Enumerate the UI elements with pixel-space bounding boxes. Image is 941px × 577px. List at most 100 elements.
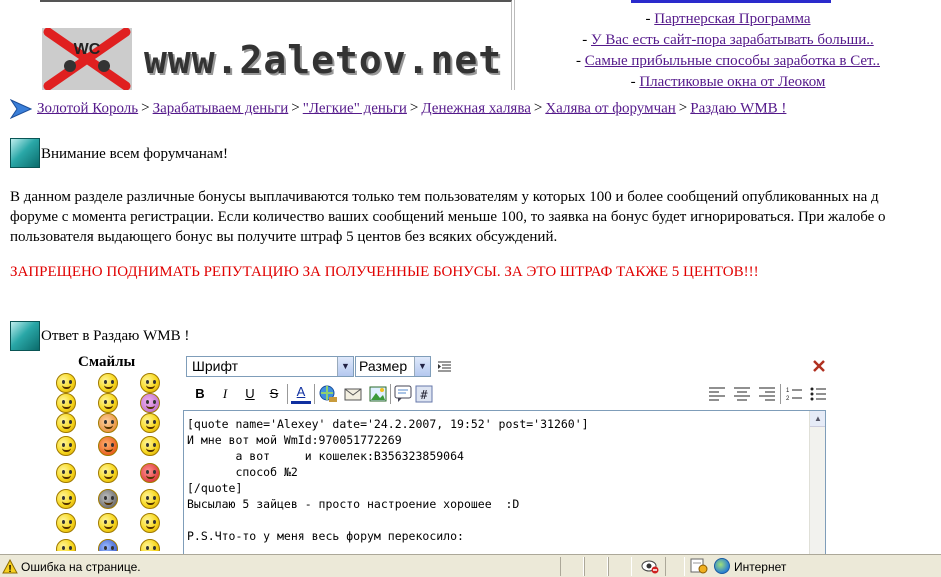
earn-more-link[interactable]: У Вас есть сайт-пора зарабатывать больши… [591, 32, 874, 48]
svg-text:1: 1 [786, 388, 790, 394]
smiley-icon[interactable] [56, 436, 76, 456]
message-text: [quote name='Alexey' date='24.2.2007, 19… [187, 417, 589, 543]
partner-link-row: - Самые прибыльные способы заработка в С… [515, 51, 941, 72]
breadcrumb-item[interactable]: "Легкие" деньги [303, 100, 407, 116]
smilies-title: Смайлы [78, 354, 136, 370]
breadcrumb: Золотой Король > Зарабатываем деньги > "Легк… [10, 99, 786, 119]
status-pane [560, 557, 584, 576]
status-pane [584, 557, 608, 576]
warning-icon[interactable]: ! [2, 559, 18, 574]
smiley-icon[interactable] [140, 436, 160, 456]
quote-icon[interactable] [393, 384, 413, 404]
align-center-icon[interactable] [732, 384, 752, 404]
security-zone: Интернет [734, 560, 787, 574]
internet-globe-icon [714, 558, 730, 574]
toolbar-separator [780, 384, 781, 404]
partner-link-row: - Партнерская Программа [515, 9, 941, 30]
smiley-icon[interactable] [140, 413, 160, 433]
smiley-icon[interactable] [98, 413, 118, 433]
smiley-icon[interactable] [98, 393, 118, 413]
smiley-icon[interactable] [140, 539, 160, 551]
message-textarea[interactable]: [quote name='Alexey' date='24.2.2007, 19… [183, 410, 826, 560]
insert-image-icon[interactable] [368, 384, 388, 404]
smilies-panel [50, 371, 180, 551]
smiley-icon[interactable] [98, 539, 118, 551]
italic-button[interactable]: I [215, 384, 235, 404]
reputation-warning: ЗАПРЕЩЕНО ПОДНИМАТЬ РЕПУТАЦИЮ ЗА ПОЛУЧЕН… [10, 264, 759, 280]
smiley-icon[interactable] [56, 393, 76, 413]
breadcrumb-item[interactable]: Золотой Король [37, 100, 138, 116]
reply-bullet-icon [10, 321, 40, 351]
breadcrumb-item[interactable]: Халява от форумчан [545, 100, 675, 116]
smiley-icon[interactable] [56, 513, 76, 533]
notice-bullet-icon [10, 138, 40, 168]
size-select[interactable]: Размер ▼ [355, 356, 431, 377]
email-icon[interactable] [343, 384, 363, 404]
link-dash: - [645, 11, 655, 27]
size-select-value: Размер [359, 358, 408, 374]
svg-text:2: 2 [786, 396, 790, 402]
smiley-icon[interactable] [140, 463, 160, 483]
popup-blocked-icon[interactable] [690, 558, 708, 574]
underline-button[interactable]: U [240, 384, 260, 404]
smiley-icon[interactable] [98, 513, 118, 533]
chevron-down-icon[interactable]: ▼ [414, 357, 430, 376]
status-pane [608, 557, 632, 576]
link-dash: - [630, 74, 640, 90]
toolbar-separator [287, 384, 288, 404]
status-pane [665, 557, 685, 576]
smiley-icon[interactable] [98, 373, 118, 393]
smiley-icon[interactable] [140, 373, 160, 393]
notice-body: В данном разделе различные бонусы выплач… [10, 187, 941, 247]
align-right-icon[interactable] [757, 384, 777, 404]
toolbar-separator [390, 384, 391, 404]
toolbar-separator [314, 384, 315, 404]
bullet-list-icon[interactable] [808, 384, 828, 404]
font-select[interactable]: Шрифт ▼ [186, 356, 354, 377]
scroll-up-icon[interactable]: ▲ [810, 411, 825, 427]
smiley-icon[interactable] [140, 393, 160, 413]
site-header: WC www.2aletov.net - Партнерская Програм… [40, 0, 941, 90]
close-editor-icon[interactable] [813, 360, 825, 372]
breadcrumb-item[interactable]: Денежная халява [421, 100, 530, 116]
code-icon[interactable]: # [414, 384, 434, 404]
smiley-icon[interactable] [98, 489, 118, 509]
smiley-icon[interactable] [56, 539, 76, 551]
smiley-icon[interactable] [56, 413, 76, 433]
windows-ad-link[interactable]: Пластиковые окна от Леоком [639, 74, 825, 90]
svg-text:!: ! [8, 564, 11, 574]
chevron-down-icon[interactable]: ▼ [337, 357, 353, 376]
breadcrumb-item[interactable]: Зарабатываем деньги [153, 100, 289, 116]
notice-body-line: В данном разделе различные бонусы выплач… [10, 189, 879, 205]
notice-body-line: пользователя выдающего бонус вы получите… [10, 229, 558, 245]
privacy-eye-icon[interactable] [641, 558, 659, 574]
notice-title: Внимание всем форумчанам! [41, 146, 228, 162]
smiley-icon[interactable] [140, 489, 160, 509]
breadcrumb-separator: > [533, 100, 543, 117]
smiley-icon[interactable] [56, 373, 76, 393]
font-color-button[interactable]: A [291, 384, 311, 404]
logo-cross-icon: WC [42, 28, 132, 90]
smiley-icon[interactable] [56, 489, 76, 509]
breadcrumb-item-current[interactable]: Раздаю WMB ! [690, 100, 786, 116]
link-globe-icon[interactable] [318, 384, 338, 404]
browser-statusbar: ! Ошибка на странице. Интернет [0, 554, 941, 577]
top-divider [631, 0, 831, 3]
smiley-icon[interactable] [140, 513, 160, 533]
smiley-icon[interactable] [98, 463, 118, 483]
status-message: Ошибка на странице. [21, 560, 141, 574]
smiley-icon[interactable] [98, 436, 118, 456]
strike-button[interactable]: S [264, 384, 284, 404]
logo-banner[interactable]: WC www.2aletov.net [40, 0, 512, 90]
breadcrumb-separator: > [409, 100, 419, 117]
indent-toggle-icon[interactable] [437, 360, 453, 374]
link-dash: - [576, 53, 585, 69]
bold-button[interactable]: B [190, 384, 210, 404]
smiley-icon[interactable] [56, 463, 76, 483]
partner-links: - Партнерская Программа - У Вас есть сай… [514, 0, 941, 90]
numbered-list-icon[interactable]: 1 2 [784, 384, 804, 404]
align-left-icon[interactable] [707, 384, 727, 404]
profitable-ways-link[interactable]: Самые прибыльные способы заработка в Сет… [585, 53, 880, 69]
textarea-scrollbar[interactable]: ▲ [809, 411, 825, 559]
partner-program-link[interactable]: Партнерская Программа [654, 11, 810, 27]
